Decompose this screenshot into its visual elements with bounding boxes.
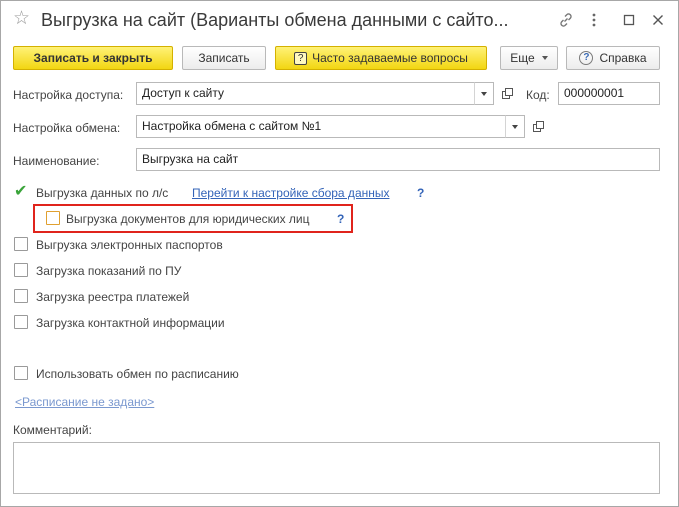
load-payments-checkbox[interactable] [14,289,28,303]
comment-label: Комментарий: [13,423,92,437]
code-label: Код: [526,88,550,102]
chevron-down-icon [512,124,518,129]
schedule-label: Использовать обмен по расписанию [36,367,239,381]
load-readings-checkbox[interactable] [14,263,28,277]
faq-button-label: Часто задаваемые вопросы [312,51,468,65]
open-form-icon [501,88,513,99]
access-input[interactable]: Доступ к сайту [136,82,475,105]
maximize-icon[interactable] [620,11,638,29]
faq-button[interactable]: ? Часто задаваемые вопросы [275,46,487,70]
help-question-link[interactable]: ? [417,185,424,201]
more-options-icon[interactable] [585,11,603,29]
export-passports-checkbox[interactable] [14,237,28,251]
code-input[interactable]: 000000001 [558,82,660,105]
title-bar: ☆ Выгрузка на сайт (Варианты обмена данн… [1,1,678,39]
access-dropdown-button[interactable] [474,82,494,105]
export-legal-label: Выгрузка документов для юридических лиц [66,212,310,226]
export-ls-label: Выгрузка данных по л/с [36,186,169,200]
link-icon[interactable] [557,11,575,29]
schedule-link[interactable]: <Расписание не задано> [15,394,154,410]
open-form-icon [532,121,544,132]
question-icon: ? [294,51,308,65]
name-label: Наименование: [13,154,100,168]
exchange-dropdown-button[interactable] [505,115,525,138]
load-contacts-label: Загрузка контактной информации [36,316,225,330]
name-input[interactable]: Выгрузка на сайт [136,148,660,171]
comment-textarea[interactable] [13,442,660,494]
exchange-open-button[interactable] [528,115,548,138]
export-passports-label: Выгрузка электронных паспортов [36,238,223,252]
export-legal-checkbox[interactable] [46,211,60,225]
more-button-label: Еще [510,51,535,65]
save-button[interactable]: Записать [182,46,266,70]
more-button[interactable]: Еще [500,46,558,70]
favorite-star-icon[interactable]: ☆ [13,8,33,30]
help-button[interactable]: ? Справка [566,46,660,70]
access-open-button[interactable] [497,82,517,105]
chevron-down-icon [541,56,548,60]
help-button-label: Справка [599,51,647,65]
help-icon: ? [579,51,594,65]
exchange-label: Настройка обмена: [13,121,121,135]
schedule-checkbox[interactable] [14,366,28,380]
help-question-link-legal[interactable]: ? [337,211,344,227]
access-label: Настройка доступа: [13,88,124,102]
window-title: Выгрузка на сайт (Варианты обмена данным… [41,10,509,30]
close-icon[interactable] [649,11,667,29]
export-ls-checkbox[interactable]: ✔ [14,184,27,200]
load-readings-label: Загрузка показаний по ПУ [36,264,182,278]
save-and-close-button[interactable]: Записать и закрыть [13,46,173,70]
load-contacts-checkbox[interactable] [14,315,28,329]
form-window: ☆ Выгрузка на сайт (Варианты обмена данн… [0,0,679,507]
load-payments-label: Загрузка реестра платежей [36,290,190,304]
chevron-down-icon [481,91,487,96]
exchange-input[interactable]: Настройка обмена с сайтом №1 [136,115,506,138]
goto-data-collection-link[interactable]: Перейти к настройке сбора данных [192,185,390,201]
